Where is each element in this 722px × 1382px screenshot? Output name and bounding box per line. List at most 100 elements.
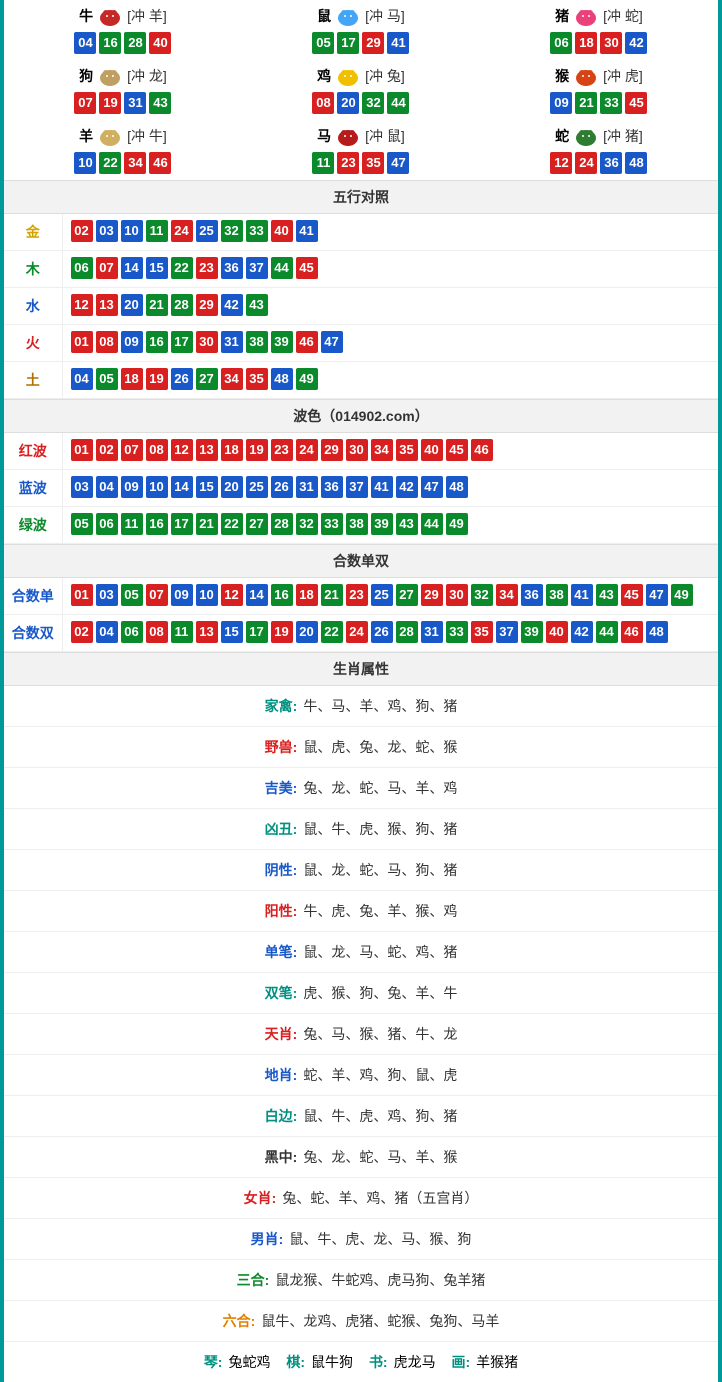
zodiac-conflict: [冲 蛇] (603, 6, 643, 26)
attr-key: 三合: (237, 1272, 270, 1288)
number-ball: 44 (421, 513, 443, 535)
number-ball: 10 (74, 152, 96, 174)
row-numbers: 0102070812131819232429303435404546 (62, 433, 718, 470)
zodiac-balls: 12243648 (480, 152, 718, 174)
attr-key: 吉美: (265, 780, 298, 796)
number-ball: 29 (321, 439, 343, 461)
number-ball: 20 (121, 294, 143, 316)
number-ball: 08 (146, 439, 168, 461)
number-ball: 06 (121, 621, 143, 643)
number-ball: 32 (221, 220, 243, 242)
number-ball: 25 (196, 220, 218, 242)
number-ball: 14 (171, 476, 193, 498)
attr-value: 鼠、牛、虎、龙、马、猴、狗 (289, 1231, 471, 1247)
number-ball: 33 (321, 513, 343, 535)
number-ball: 41 (387, 32, 409, 54)
number-ball: 10 (146, 476, 168, 498)
number-ball: 41 (571, 584, 593, 606)
footer-key: 棋: (286, 1354, 305, 1370)
number-ball: 04 (71, 368, 93, 390)
horse-icon (333, 124, 363, 148)
number-ball: 01 (71, 584, 93, 606)
number-ball: 04 (96, 476, 118, 498)
row-numbers: 05061116172122272832333839434449 (62, 507, 718, 544)
zodiac-conflict: [冲 虎] (603, 66, 643, 86)
number-ball: 24 (346, 621, 368, 643)
number-ball: 02 (71, 220, 93, 242)
footer-value: 兔蛇鸡 (228, 1354, 270, 1370)
attr-key: 单笔: (265, 944, 298, 960)
number-ball: 08 (146, 621, 168, 643)
zodiac-cell: 鸡 [冲 兔] 08203244 (242, 60, 480, 120)
number-ball: 03 (96, 220, 118, 242)
row-label: 火 (4, 325, 62, 362)
number-ball: 24 (296, 439, 318, 461)
number-ball: 20 (221, 476, 243, 498)
number-ball: 02 (71, 621, 93, 643)
row-numbers: 0103050709101214161821232527293032343638… (62, 578, 718, 615)
number-ball: 36 (321, 476, 343, 498)
zodiac-cell: 猴 [冲 虎] 09213345 (480, 60, 718, 120)
number-ball: 48 (646, 621, 668, 643)
number-ball: 09 (121, 476, 143, 498)
number-ball: 43 (149, 92, 171, 114)
number-ball: 43 (596, 584, 618, 606)
number-ball: 23 (196, 257, 218, 279)
number-ball: 18 (575, 32, 597, 54)
zodiac-cell: 马 [冲 鼠] 11233547 (242, 120, 480, 180)
number-ball: 33 (600, 92, 622, 114)
zodiac-name: 牛 (79, 6, 93, 26)
number-ball: 24 (171, 220, 193, 242)
attr-row: 地肖:蛇、羊、鸡、狗、鼠、虎 (4, 1055, 718, 1096)
attr-key: 女肖: (244, 1190, 277, 1206)
number-ball: 42 (571, 621, 593, 643)
footer-music-row: 琴:兔蛇鸡 棋:鼠牛狗 书:虎龙马 画:羊猴猪 (4, 1342, 718, 1382)
zodiac-conflict: [冲 兔] (365, 66, 405, 86)
number-ball: 43 (246, 294, 268, 316)
attr-row: 女肖: 兔、蛇、羊、鸡、猪（五宫肖） (4, 1178, 718, 1219)
number-ball: 36 (521, 584, 543, 606)
number-ball: 36 (600, 152, 622, 174)
number-ball: 48 (271, 368, 293, 390)
number-ball: 23 (271, 439, 293, 461)
number-ball: 12 (71, 294, 93, 316)
goat-icon (95, 124, 125, 148)
number-ball: 35 (246, 368, 268, 390)
section-attrs-title: 生肖属性 (4, 652, 718, 686)
snake-icon (571, 124, 601, 148)
number-ball: 11 (312, 152, 334, 174)
number-ball: 47 (421, 476, 443, 498)
attr-row: 白边:鼠、牛、虎、鸡、狗、猪 (4, 1096, 718, 1137)
number-ball: 38 (546, 584, 568, 606)
number-ball: 05 (96, 368, 118, 390)
number-ball: 19 (246, 439, 268, 461)
zodiac-cell: 蛇 [冲 猪] 12243648 (480, 120, 718, 180)
number-ball: 23 (346, 584, 368, 606)
zodiac-name: 蛇 (555, 126, 569, 146)
number-ball: 26 (371, 621, 393, 643)
number-ball: 39 (271, 331, 293, 353)
number-ball: 43 (396, 513, 418, 535)
number-ball: 26 (171, 368, 193, 390)
number-ball: 22 (171, 257, 193, 279)
attr-value: 牛、虎、兔、羊、猴、鸡 (303, 903, 457, 919)
zodiac-name: 羊 (79, 126, 93, 146)
number-ball: 08 (96, 331, 118, 353)
attr-value: 兔、蛇、羊、鸡、猪（五宫肖） (282, 1190, 478, 1206)
row-label: 金 (4, 214, 62, 251)
number-ball: 46 (296, 331, 318, 353)
number-ball: 40 (546, 621, 568, 643)
row-numbers: 02031011242532334041 (62, 214, 718, 251)
number-ball: 17 (246, 621, 268, 643)
attr-key: 白边: (265, 1108, 298, 1124)
attr-key: 家禽: (265, 698, 298, 714)
attr-row: 天肖:兔、马、猴、猪、牛、龙 (4, 1014, 718, 1055)
monkey-icon (571, 64, 601, 88)
zodiac-cell: 鼠 [冲 马] 05172941 (242, 0, 480, 60)
heshu-row: 合数单 010305070910121416182123252729303234… (4, 578, 718, 615)
number-ball: 16 (146, 513, 168, 535)
number-ball: 46 (471, 439, 493, 461)
number-ball: 13 (196, 439, 218, 461)
number-ball: 42 (396, 476, 418, 498)
number-ball: 27 (246, 513, 268, 535)
